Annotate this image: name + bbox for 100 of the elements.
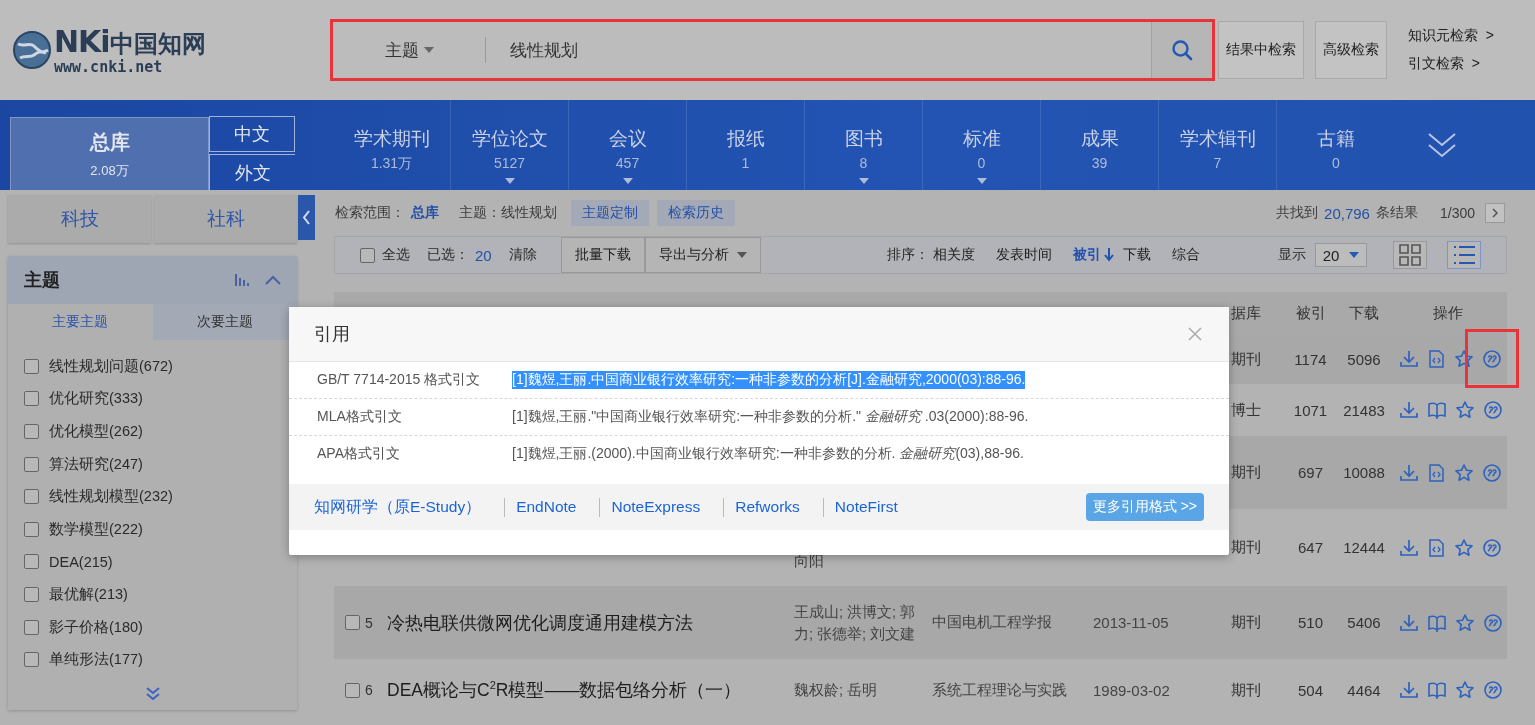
document-icon[interactable] (1428, 463, 1445, 482)
view-toggle[interactable] (1446, 241, 1481, 269)
all-databases-tab[interactable]: 总库 2.08万 (10, 117, 209, 190)
clear-link[interactable]: 清除 (508, 246, 537, 264)
star-icon[interactable] (1456, 681, 1474, 699)
facet-option[interactable]: 数学模型(222) (49, 519, 143, 539)
database-tab[interactable]: 学术期刊 1.31万 (333, 100, 451, 190)
sort-option[interactable]: 下载 (1122, 246, 1151, 264)
search-option-button[interactable]: 结果中检索 (1218, 21, 1304, 79)
collapse-icon[interactable] (265, 275, 281, 285)
export-link[interactable]: Refworks (735, 498, 800, 516)
export-link[interactable]: EndNote (516, 498, 577, 516)
checkbox[interactable] (24, 586, 39, 602)
checkbox[interactable] (24, 391, 39, 407)
citation-count: 1174 (1294, 350, 1327, 368)
facet-option[interactable]: DEA(215) (49, 553, 113, 570)
database-tab[interactable]: 会议 457 (569, 100, 687, 190)
download-icon[interactable] (1400, 463, 1418, 482)
download-icon[interactable] (1400, 401, 1418, 419)
quote-icon[interactable] (1483, 538, 1501, 557)
database-tab[interactable]: 学位论文 5127 (451, 100, 569, 190)
search-field[interactable]: 线性规划 (486, 38, 1151, 62)
facet-option[interactable]: 最优解(213) (49, 584, 128, 604)
checkbox[interactable] (345, 615, 360, 630)
checkbox[interactable] (345, 682, 360, 698)
facet-option[interactable]: 线性规划模型(232) (49, 487, 173, 507)
article-title[interactable]: 冷热电联供微网优化调度通用建模方法 (387, 612, 693, 633)
journal-name[interactable]: 系统工程理论与实践 (932, 680, 1067, 698)
checkbox[interactable] (24, 619, 39, 635)
search-button[interactable] (1151, 22, 1212, 78)
facet-option[interactable]: 单纯形法(177) (49, 650, 143, 670)
sort-option[interactable]: 发表时间 (995, 246, 1052, 264)
column-header: 操作 (1433, 303, 1463, 321)
checkbox[interactable] (24, 521, 39, 537)
search-link[interactable]: 引文检索 > (1408, 55, 1494, 73)
download-icon[interactable] (1400, 350, 1418, 368)
facet-option[interactable]: 优化研究(333) (49, 389, 143, 409)
database-tab[interactable]: 图书 8 (805, 100, 923, 190)
book-icon[interactable] (1428, 613, 1446, 632)
citation-count: 504 (1298, 681, 1323, 699)
show-more-icon[interactable] (144, 686, 161, 700)
caret-icon (976, 178, 987, 184)
download-icon[interactable] (1400, 538, 1418, 557)
quote-icon[interactable] (1483, 350, 1501, 368)
checkbox[interactable] (24, 358, 39, 374)
book-icon[interactable] (1428, 401, 1446, 419)
export-link[interactable]: NoteExpress (611, 498, 701, 516)
star-icon[interactable] (1455, 350, 1473, 368)
expand-icon[interactable] (1427, 130, 1457, 160)
language-tab[interactable]: 外文 (209, 154, 295, 190)
sort-option[interactable]: 相关度 (932, 246, 975, 264)
document-icon[interactable] (1428, 538, 1445, 557)
article-title[interactable]: DEA概论与C$^{2}$R模型——数据包络分析（一） (387, 680, 742, 700)
facet-option[interactable]: 优化模型(262) (49, 422, 143, 441)
language-tab[interactable]: 中文 (209, 116, 295, 152)
database-tab[interactable]: 报纸 1 (687, 100, 805, 190)
checkbox[interactable] (24, 489, 39, 505)
star-icon[interactable] (1455, 463, 1473, 482)
sort-option[interactable]: 被引 (1072, 246, 1114, 264)
database-tab[interactable]: 古籍 0 (1277, 100, 1395, 190)
field-type-dropdown[interactable]: 主题 (333, 38, 485, 62)
download-icon[interactable] (1400, 613, 1418, 632)
sort-option[interactable]: 综合 (1171, 246, 1200, 264)
database-tab[interactable]: 成果 39 (1041, 100, 1159, 190)
toolbar-button[interactable]: 批量下载 (560, 237, 645, 273)
document-icon[interactable] (1428, 350, 1445, 368)
view-toggle[interactable] (1392, 241, 1427, 269)
checkbox[interactable] (24, 424, 39, 439)
journal-name[interactable]: 中国电机工程学报 (932, 613, 1052, 630)
quote-icon[interactable] (1484, 401, 1502, 419)
toolbar-button[interactable]: 导出与分析 (644, 237, 761, 273)
collapse-sidebar-icon[interactable] (298, 195, 315, 240)
globe-icon (12, 30, 52, 70)
checkbox[interactable] (24, 554, 39, 570)
search-option-button[interactable]: 高级检索 (1315, 21, 1387, 79)
select-all-label[interactable]: 全选 (382, 246, 410, 264)
bar-chart-icon[interactable] (235, 273, 251, 287)
checkbox[interactable] (24, 456, 39, 472)
star-icon[interactable] (1455, 538, 1473, 557)
database-tab[interactable]: 标准 0 (923, 100, 1041, 190)
star-icon[interactable] (1456, 613, 1474, 632)
database-tab[interactable]: 学术辑刊 7 (1159, 100, 1277, 190)
export-link[interactable]: 知网研学（原E-Study） (314, 496, 482, 518)
facet-option[interactable]: 影子价格(180) (49, 617, 143, 637)
export-link[interactable]: NoteFirst (834, 498, 898, 516)
star-icon[interactable] (1456, 401, 1474, 419)
quote-icon[interactable] (1484, 681, 1502, 699)
quote-icon[interactable] (1484, 613, 1502, 632)
facet-option[interactable]: 线性规划问题(672) (49, 356, 173, 376)
book-icon[interactable] (1428, 681, 1446, 699)
quote-icon[interactable] (1483, 463, 1501, 482)
next-page-icon[interactable] (1485, 203, 1505, 223)
checkbox[interactable] (24, 652, 39, 668)
checkbox[interactable] (360, 247, 375, 263)
close-icon[interactable] (1188, 327, 1202, 341)
facet-tab[interactable]: 次要主题 (152, 304, 297, 340)
facet-option[interactable]: 算法研究(247) (49, 454, 143, 474)
page-size-dropdown[interactable]: 20 (1314, 243, 1367, 267)
download-icon[interactable] (1400, 681, 1418, 699)
search-link[interactable]: 知识元检索 > (1408, 27, 1494, 45)
